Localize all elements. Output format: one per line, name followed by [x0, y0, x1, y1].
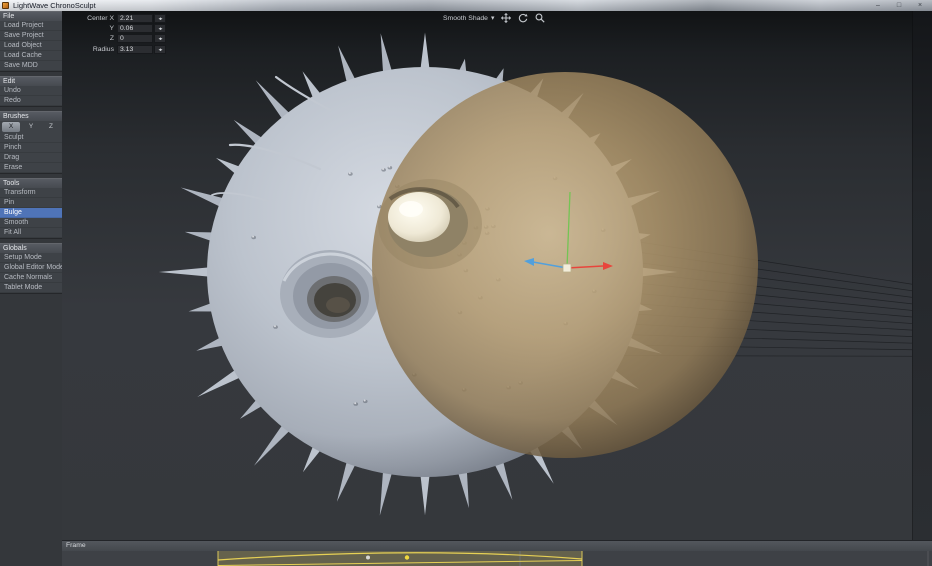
sidebar-item-transform[interactable]: Transform	[0, 188, 62, 198]
section-brushes: Brushes X Y Z Sculpt Pinch Drag Erase	[0, 111, 62, 174]
app-icon	[2, 2, 9, 9]
title-bar: LightWave ChronoSculpt – □ ×	[0, 0, 932, 11]
section-header-edit: Edit	[0, 76, 62, 86]
sidebar-item-cache-normals[interactable]: Cache Normals	[0, 273, 62, 283]
axis-button-y[interactable]: Y	[22, 122, 40, 132]
sidebar-item-sculpt[interactable]: Sculpt	[0, 133, 62, 143]
center-z-input[interactable]	[117, 34, 153, 43]
sidebar-item-setup-mode[interactable]: Setup Mode	[0, 253, 62, 263]
keyframe-dot-active[interactable]	[405, 555, 409, 559]
viewport-right-margin	[912, 11, 932, 540]
section-header-tools: Tools	[0, 178, 62, 188]
radius-label: Radius	[84, 46, 114, 53]
fish-eye	[378, 179, 482, 269]
center-y-spinner[interactable]: ◂▸	[154, 24, 166, 33]
axis-button-row: X Y Z	[0, 121, 62, 133]
section-header-brushes: Brushes	[0, 111, 62, 121]
sidebar: File Load Project Save Project Load Obje…	[0, 11, 62, 566]
sidebar-item-fit-all[interactable]: Fit All	[0, 228, 62, 238]
center-z-label: Z	[84, 35, 114, 42]
sidebar-item-redo[interactable]: Redo	[0, 96, 62, 106]
minimize-button[interactable]: –	[872, 1, 884, 10]
section-tools: Tools Transform Pin Bulge Smooth Fit All	[0, 178, 62, 239]
sidebar-item-pin[interactable]: Pin	[0, 198, 62, 208]
section-file: File Load Project Save Project Load Obje…	[0, 11, 62, 72]
frame-panel-header: Frame	[62, 540, 932, 551]
axis-button-z[interactable]: Z	[42, 122, 60, 132]
radius-spinner[interactable]: ◂▸	[154, 45, 166, 54]
sidebar-item-global-editor-mode[interactable]: Global Editor Mode	[0, 263, 62, 273]
center-x-spinner[interactable]: ◂▸	[154, 14, 166, 23]
magnifier-icon[interactable]	[535, 13, 545, 23]
sidebar-item-bulge[interactable]: Bulge	[0, 208, 62, 218]
sidebar-item-save-mdd[interactable]: Save MDD	[0, 61, 62, 71]
maximize-button[interactable]: □	[893, 1, 905, 10]
section-globals: Globals Setup Mode Global Editor Mode Ca…	[0, 243, 62, 294]
sidebar-item-load-object[interactable]: Load Object	[0, 41, 62, 51]
sidebar-item-tablet-mode[interactable]: Tablet Mode	[0, 283, 62, 293]
gizmo-center-handle[interactable]	[563, 264, 571, 272]
shade-mode-label: Smooth Shade	[443, 15, 488, 22]
fish-mouth	[280, 250, 380, 338]
section-edit: Edit Undo Redo	[0, 76, 62, 107]
center-x-input[interactable]	[117, 14, 153, 23]
move-cross-icon[interactable]	[501, 13, 511, 23]
brush-coordinate-panel: Center X ◂▸ Y ◂▸ Z ◂▸ Radius ◂▸	[84, 14, 166, 55]
sidebar-item-load-project[interactable]: Load Project	[0, 21, 62, 31]
center-y-label: Y	[84, 25, 114, 32]
sidebar-item-smooth[interactable]: Smooth	[0, 218, 62, 228]
shade-mode-dropdown[interactable]: Smooth Shade ▾	[443, 14, 494, 22]
viewport-toolbar: Smooth Shade ▾	[443, 13, 545, 23]
orbit-rotate-icon[interactable]	[518, 13, 528, 23]
app-window: LightWave ChronoSculpt – □ × File Load P…	[0, 0, 932, 566]
chevron-down-icon: ▾	[491, 14, 494, 22]
sidebar-item-undo[interactable]: Undo	[0, 86, 62, 96]
close-button[interactable]: ×	[914, 1, 926, 10]
center-y-input[interactable]	[117, 24, 153, 33]
center-z-spinner[interactable]: ◂▸	[154, 34, 166, 43]
sidebar-item-pinch[interactable]: Pinch	[0, 143, 62, 153]
sidebar-item-erase[interactable]: Erase	[0, 163, 62, 173]
axis-button-x[interactable]: X	[2, 122, 20, 132]
window-title: LightWave ChronoSculpt	[13, 1, 96, 10]
sidebar-item-drag[interactable]: Drag	[0, 153, 62, 163]
radius-input[interactable]	[117, 45, 153, 54]
keyframe-dot-inactive[interactable]	[366, 556, 370, 560]
sidebar-item-save-project[interactable]: Save Project	[0, 31, 62, 41]
viewport-3d[interactable]: Center X ◂▸ Y ◂▸ Z ◂▸ Radius ◂▸	[62, 11, 932, 540]
timeline-curve-canvas[interactable]	[62, 551, 932, 566]
timeline-track[interactable]	[62, 551, 932, 566]
sidebar-item-load-cache[interactable]: Load Cache	[0, 51, 62, 61]
center-x-label: Center X	[84, 15, 114, 22]
section-header-globals: Globals	[0, 243, 62, 253]
section-header-file: File	[0, 11, 62, 21]
scene-canvas[interactable]	[62, 11, 932, 540]
frame-label: Frame	[66, 542, 86, 549]
